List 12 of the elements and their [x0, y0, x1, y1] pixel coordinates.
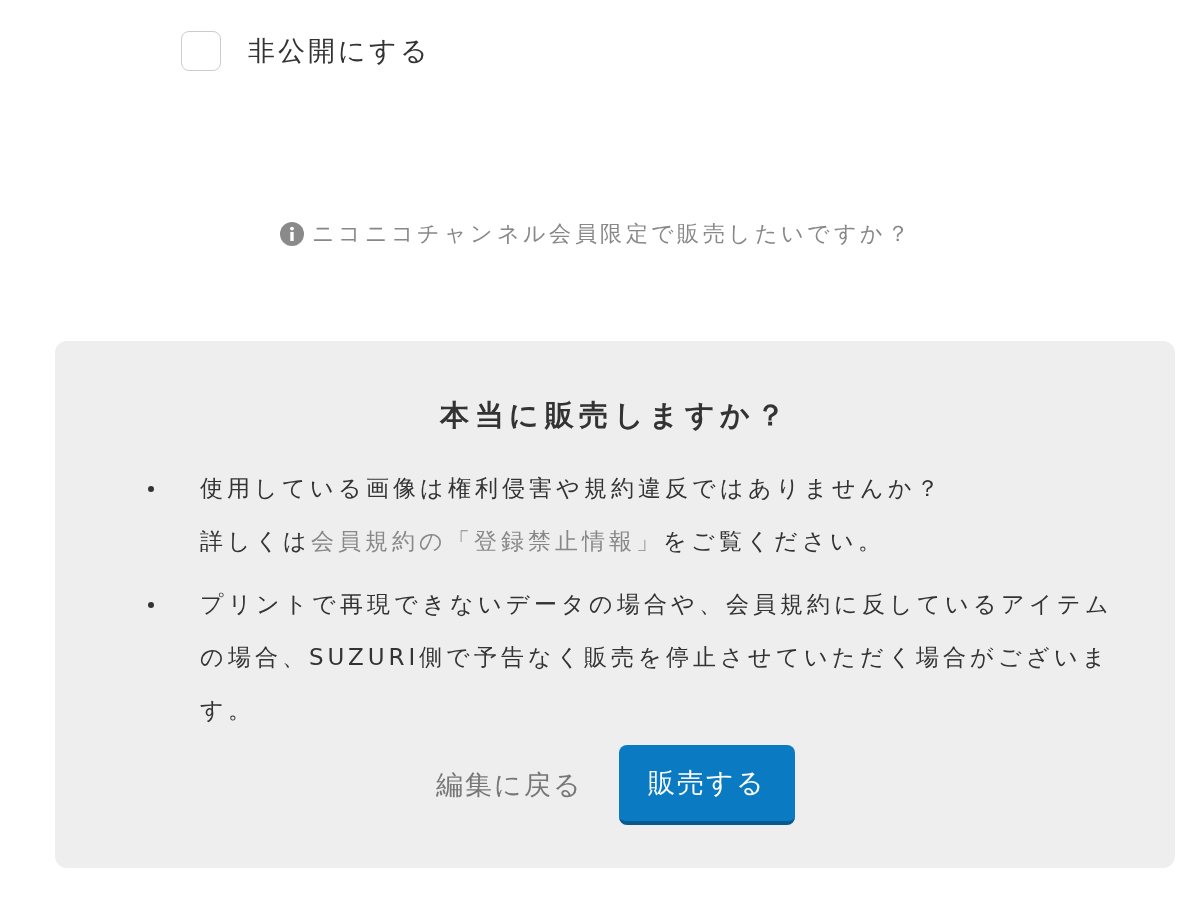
back-link[interactable]: 編集に戻る	[435, 767, 583, 803]
sell-button[interactable]: 販売する	[618, 745, 795, 825]
info-icon	[279, 222, 304, 246]
terms-link[interactable]: 会員規約の「登録禁止情報」	[311, 528, 663, 554]
dialog-title: 本当に販売しますか？	[438, 397, 791, 434]
bullet-icon	[148, 486, 154, 492]
checkbox[interactable]	[181, 31, 221, 71]
bullet-icon	[148, 602, 154, 608]
checkbox-label[interactable]: 非公開にする	[248, 33, 431, 69]
channel-notice-link[interactable]: ニコニコチャンネル会員限定で販売したいですか？	[311, 219, 913, 249]
note-text: 使用している画像は権利侵害や規約違反ではありませんか？ 詳しくは 会員規約の「登録禁止情報」をご覧ください。	[200, 474, 944, 556]
note-text: プリントで再現できないデータの場合や、会員規約に反しているアイテムの場合、SUZURI側で予告なく販売を停止させていただく場合がございます。	[200, 590, 1114, 725]
